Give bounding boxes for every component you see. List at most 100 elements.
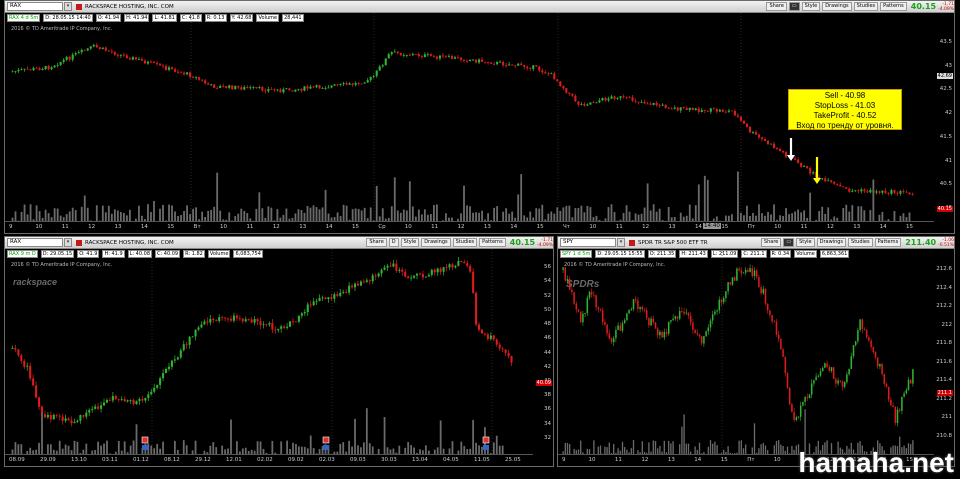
earnings-marker-icon[interactable] — [322, 436, 330, 444]
symbol-input[interactable]: SPY — [560, 238, 616, 247]
drawings-button[interactable]: Drawings — [816, 238, 847, 247]
dividend-marker-icon[interactable] — [323, 445, 329, 450]
candle-body — [697, 108, 700, 112]
earnings-marker-icon[interactable] — [141, 436, 149, 444]
candle-body — [294, 321, 297, 323]
candle-body — [261, 87, 264, 91]
link-icon[interactable] — [76, 239, 82, 246]
candle-body — [285, 88, 288, 90]
share-button[interactable]: Share — [766, 2, 787, 11]
candle-body — [649, 103, 652, 105]
studies-button[interactable]: Studies — [848, 238, 873, 247]
left-y-axis[interactable]: 5654525048464442403836343240.09 — [533, 249, 553, 454]
studies-button[interactable]: Studies — [452, 238, 478, 247]
link-icon[interactable] — [629, 239, 635, 246]
candle-body — [501, 348, 504, 350]
style-button[interactable]: Style — [796, 238, 815, 247]
volume-bar — [56, 208, 59, 222]
candle-body — [55, 414, 58, 416]
drawings-button[interactable]: Drawings — [822, 2, 852, 11]
dividend-marker-icon[interactable] — [142, 445, 148, 450]
candle-body — [426, 54, 429, 56]
candle-body — [243, 87, 246, 90]
volume-bar — [681, 426, 683, 456]
candle-body — [804, 397, 806, 403]
volume-bar — [694, 205, 697, 222]
company-name: SPDR TR S&P 500 ETF TR — [638, 239, 708, 246]
right-y-axis[interactable]: 212.6 212.4 212.2 212 211.8 211.6 211.4 211.2 21… — [934, 249, 954, 454]
dividend-marker-icon[interactable] — [483, 445, 489, 450]
candle-body — [639, 306, 641, 309]
period-button[interactable]: D — [388, 238, 399, 247]
patterns-button[interactable]: Patterns — [479, 238, 506, 247]
last-price: 211.40 — [905, 238, 937, 247]
x-tick-label: 29.09 — [40, 457, 56, 463]
candle-body — [824, 178, 827, 182]
symbol-input[interactable]: RAX — [7, 238, 63, 247]
candle-body — [147, 394, 150, 398]
symbol-dropdown[interactable]: ▾ — [617, 238, 625, 247]
candle-body — [173, 69, 177, 72]
candle-body — [435, 56, 438, 59]
candle-body — [432, 55, 435, 57]
candle-body — [648, 317, 650, 326]
right-price-plot[interactable] — [558, 249, 916, 456]
candle-body — [252, 86, 255, 88]
volume-bar — [261, 208, 264, 222]
candle-body — [619, 325, 622, 331]
candle-body — [447, 55, 451, 57]
top-y-axis[interactable]: 43.54342.54241.54140.54042.6940.15 — [934, 13, 954, 221]
period-button[interactable]: ▭ — [783, 238, 795, 247]
candle-body — [258, 87, 261, 88]
candle-body — [619, 96, 622, 99]
candle-body — [38, 397, 41, 407]
candle-body — [866, 191, 869, 193]
candle-body — [369, 76, 372, 81]
candle-body — [65, 56, 68, 60]
volume-bar — [240, 208, 243, 222]
patterns-button[interactable]: Patterns — [874, 238, 902, 247]
candle-body — [159, 378, 162, 385]
top-price-plot[interactable] — [5, 13, 916, 222]
candle-body — [101, 47, 104, 49]
top-x-axis[interactable]: 9 10 11 12 13 14 15 Вт 10 11 12 13 14 15 Ср 10 11 12 13 14 1… — [5, 221, 934, 233]
symbol-input[interactable]: RAX — [7, 2, 63, 11]
link-icon[interactable] — [76, 3, 82, 10]
candle-body — [273, 89, 276, 91]
symbol-dropdown[interactable]: ▾ — [64, 2, 72, 11]
candle-body — [52, 414, 55, 420]
candle-body — [655, 103, 658, 106]
y-tick-label: 211.6 — [936, 358, 952, 365]
candle-body — [300, 88, 303, 91]
candle-body — [738, 268, 740, 271]
symbol-dropdown[interactable]: ▾ — [64, 238, 72, 247]
earnings-marker-icon[interactable] — [482, 436, 490, 444]
style-button[interactable]: Style — [400, 238, 420, 247]
share-button[interactable]: Share — [366, 238, 387, 247]
volume-bar — [83, 195, 86, 222]
volume-bar — [568, 205, 571, 222]
candle-body — [559, 81, 562, 87]
candle-body — [588, 291, 591, 298]
volume-bar — [683, 414, 685, 456]
y-tick-label: 212.6 — [936, 266, 952, 273]
candle-body — [49, 414, 52, 420]
candle-body — [663, 332, 666, 338]
volume-bar — [580, 205, 583, 222]
patterns-button[interactable]: Patterns — [880, 2, 907, 11]
studies-button[interactable]: Studies — [853, 2, 879, 11]
share-button[interactable]: Share — [760, 238, 782, 247]
candle-body — [878, 191, 881, 193]
style-button[interactable]: Style — [801, 2, 821, 11]
candle-body — [50, 67, 53, 70]
candle-body — [140, 59, 143, 61]
candle-body — [113, 52, 116, 55]
candle-body — [457, 261, 460, 266]
candle-body — [775, 321, 778, 335]
left-x-axis[interactable]: 08.09 29.09 13.10 03.11 01.12 08.12 29.12 12.01… — [5, 454, 533, 466]
left-price-plot[interactable] — [5, 249, 515, 456]
candle-body — [617, 325, 619, 330]
period-button[interactable]: ▭ — [788, 2, 800, 11]
x-tick-label: 02.03 — [319, 457, 335, 463]
drawings-button[interactable]: Drawings — [421, 238, 451, 247]
